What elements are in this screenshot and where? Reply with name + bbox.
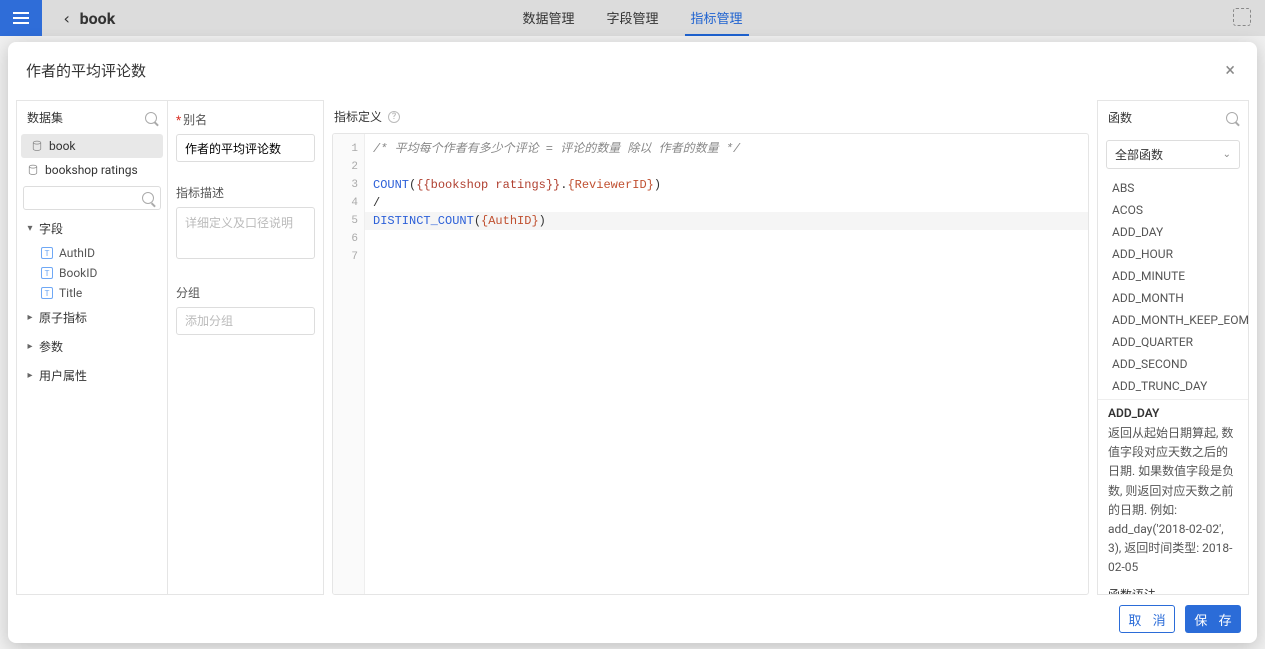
code-line[interactable] — [373, 248, 1080, 266]
function-filter-select[interactable]: 全部函数 ⌄ — [1106, 140, 1240, 169]
definition-panel: 指标定义 ? 1234567 /* 平均每个作者有多少个评论 = 评论的数量 除… — [332, 100, 1089, 595]
app-topbar: ‹ book 数据管理字段管理指标管理 — [0, 0, 1265, 36]
dataset-heading: 数据集 — [17, 101, 167, 134]
functions-heading: 函数 — [1098, 101, 1248, 134]
section-user-attrs[interactable]: ▸用户属性 — [17, 361, 167, 390]
text-field-icon: T — [41, 287, 53, 299]
code-line[interactable]: / — [373, 194, 1080, 212]
section-params[interactable]: ▸参数 — [17, 332, 167, 361]
function-item[interactable]: ADD_MONTH — [1098, 287, 1248, 309]
group-label: 分组 — [176, 284, 315, 301]
function-list: ABSACOSADD_DAYADD_HOURADD_MINUTEADD_MONT… — [1098, 175, 1248, 399]
modal-title: 作者的平均评论数 — [26, 60, 146, 81]
top-tab[interactable]: 指标管理 — [685, 0, 749, 36]
database-icon — [31, 140, 43, 152]
function-item[interactable]: ADD_DAY — [1098, 221, 1248, 243]
function-item[interactable]: ADD_MONTH_KEEP_EOM — [1098, 309, 1248, 331]
function-doc-desc: 返回从起始日期算起, 数值字段对应天数之后的日期. 如果数值字段是负数, 则返回… — [1108, 424, 1238, 578]
function-item[interactable]: ADD_TRUNC_DAY — [1098, 375, 1248, 397]
help-icon[interactable]: ? — [388, 111, 400, 123]
left-panel: 数据集 bookbookshop ratings ▾字段 TAuthIDTBoo… — [16, 100, 168, 595]
top-tab[interactable]: 数据管理 — [516, 0, 580, 36]
function-item[interactable]: ACOS — [1098, 199, 1248, 221]
modal-header: 作者的平均评论数 × — [8, 42, 1257, 100]
back-button[interactable]: ‹ book — [62, 9, 115, 28]
functions-panel: 函数 全部函数 ⌄ ABSACOSADD_DAYADD_HOURADD_MINU… — [1097, 100, 1249, 595]
metric-editor-modal: 作者的平均评论数 × 数据集 bookbookshop ratings ▾字段 … — [8, 42, 1257, 643]
metric-form-panel: *别名 指标描述 分组 — [168, 100, 324, 595]
hamburger-menu-icon[interactable] — [0, 0, 42, 36]
code-line[interactable]: /* 平均每个作者有多少个评论 = 评论的数量 除以 作者的数量 */ — [373, 140, 1080, 158]
text-field-icon: T — [41, 247, 53, 259]
code-line[interactable] — [373, 230, 1080, 248]
page-title: book — [80, 9, 116, 28]
settings-icon[interactable] — [1233, 8, 1251, 26]
top-tabs: 数据管理字段管理指标管理 — [516, 0, 748, 36]
function-item[interactable]: ADD_HOUR — [1098, 243, 1248, 265]
dataset-search-input[interactable] — [23, 186, 161, 210]
syntax-label: 函数语法 — [1108, 586, 1238, 595]
function-item[interactable]: ADD_SECOND — [1098, 353, 1248, 375]
code-editor[interactable]: 1234567 /* 平均每个作者有多少个评论 = 评论的数量 除以 作者的数量… — [332, 133, 1089, 595]
search-icon[interactable] — [1226, 112, 1238, 124]
field-item[interactable]: TAuthID — [17, 243, 167, 263]
function-doc-name: ADD_DAY — [1108, 406, 1238, 420]
dataset-list: bookbookshop ratings — [17, 134, 167, 182]
section-fields[interactable]: ▾字段 — [17, 214, 167, 243]
modal-body: 数据集 bookbookshop ratings ▾字段 TAuthIDTBoo… — [8, 100, 1257, 595]
function-doc: ADD_DAY 返回从起始日期算起, 数值字段对应天数之后的日期. 如果数值字段… — [1098, 399, 1248, 594]
description-label: 指标描述 — [176, 184, 315, 201]
code-line[interactable]: DISTINCT_COUNT({AuthID}) — [365, 212, 1088, 230]
section-atomic-metrics[interactable]: ▸原子指标 — [17, 303, 167, 332]
save-button[interactable]: 保 存 — [1185, 605, 1241, 633]
search-icon — [142, 192, 154, 204]
chevron-left-icon: ‹ — [62, 9, 72, 28]
alias-input[interactable] — [176, 134, 315, 162]
function-item[interactable]: ADD_QUARTER — [1098, 331, 1248, 353]
code-line[interactable]: COUNT({{bookshop ratings}}.{ReviewerID}) — [373, 176, 1080, 194]
dataset-item[interactable]: bookshop ratings — [17, 158, 167, 182]
field-item[interactable]: TBookID — [17, 263, 167, 283]
description-textarea[interactable] — [176, 207, 315, 259]
alias-label: *别名 — [176, 111, 315, 128]
cancel-button[interactable]: 取 消 — [1119, 605, 1175, 633]
definition-heading: 指标定义 ? — [332, 100, 1089, 133]
top-tab[interactable]: 字段管理 — [600, 0, 664, 36]
group-input[interactable] — [176, 307, 315, 335]
database-icon — [27, 164, 39, 176]
field-item[interactable]: TTitle — [17, 283, 167, 303]
function-item[interactable]: ABS — [1098, 177, 1248, 199]
search-icon[interactable] — [145, 112, 157, 124]
text-field-icon: T — [41, 267, 53, 279]
code-line[interactable] — [373, 158, 1080, 176]
close-icon[interactable]: × — [1221, 56, 1239, 85]
function-item[interactable]: ADD_MINUTE — [1098, 265, 1248, 287]
chevron-down-icon: ⌄ — [1223, 149, 1231, 160]
modal-footer: 取 消 保 存 — [8, 595, 1257, 643]
dataset-item[interactable]: book — [21, 134, 163, 158]
